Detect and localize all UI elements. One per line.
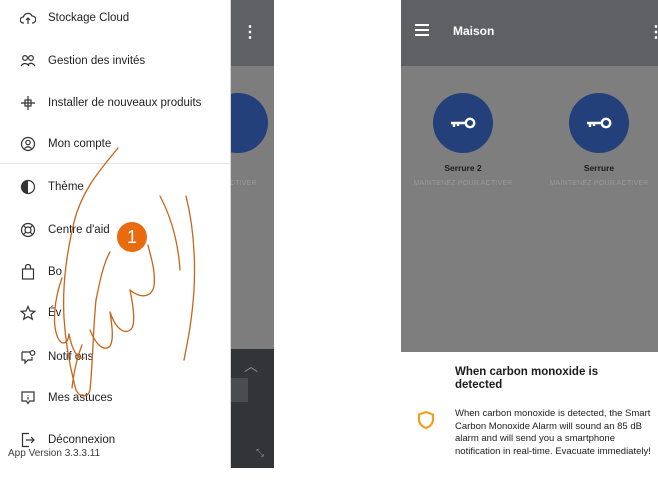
menu-item-stockage-cloud[interactable]: Stockage Cloud	[0, 3, 231, 33]
background-subtext: CTIVER	[230, 180, 257, 187]
chevron-up-icon: ︿	[244, 358, 258, 374]
key-icon	[451, 117, 476, 129]
logout-icon	[19, 431, 37, 449]
menu-item-gestion-invites[interactable]: Gestion des invités	[0, 46, 231, 76]
star-icon	[19, 304, 37, 322]
notification-title: When carbon monoxide is detected	[455, 366, 599, 391]
menu-item-evaluer[interactable]: Év	[0, 298, 231, 328]
menu-item-boutique[interactable]: Bo	[0, 257, 231, 287]
menu-item-label: Mon compte	[48, 138, 112, 150]
navigation-drawer: Stockage Cloud Gestion des invités Insta…	[0, 0, 231, 468]
notification-icon	[19, 348, 37, 366]
menu-divider	[0, 163, 231, 164]
lock-name: Serrure 2	[444, 163, 482, 173]
lock-button-serrure[interactable]	[569, 93, 629, 153]
menu-item-label: Centre d'aid	[48, 224, 110, 236]
key-icon	[587, 117, 612, 129]
plug-icon	[19, 94, 37, 112]
menu-item-mes-astuces[interactable]: Mes astuces	[0, 383, 231, 413]
background-kebab-icon: ⋮	[242, 24, 258, 41]
tutorial-stage: ⋮ CTIVER ︿ ⤡ Stockage Cloud Gestion des …	[0, 0, 658, 493]
menu-item-label: Déconnexion	[48, 434, 116, 446]
menu-item-label: Notif ons	[48, 351, 94, 363]
lock-button-serrure-2[interactable]	[433, 93, 493, 153]
guests-icon	[19, 52, 37, 70]
help-center-icon	[19, 221, 37, 239]
lock-hint: MAINTENEZ POUR ACTIVER	[413, 180, 513, 187]
lock-hint: MAINTENEZ POUR ACTIVER	[549, 180, 649, 187]
app-header: Maison ⋮	[401, 0, 658, 66]
background-app-dimmed: ⋮ CTIVER ︿ ⤡	[208, 0, 274, 468]
account-icon	[19, 135, 37, 153]
menu-item-label: Installer de nouveaux produits	[48, 97, 202, 109]
background-bar	[230, 378, 248, 402]
app-version: App Version 3.3.3.11	[8, 448, 101, 459]
menu-item-label: Év	[48, 307, 62, 319]
menu-item-label: Thème	[48, 181, 84, 193]
theme-icon	[19, 178, 37, 196]
menu-item-centre-aide[interactable]: Centre d'aid	[0, 215, 231, 245]
step-badge: 1	[117, 222, 147, 252]
kebab-menu-icon[interactable]: ⋮	[648, 22, 658, 42]
hamburger-menu-icon[interactable]	[415, 24, 429, 36]
menu-item-installer-produits[interactable]: Installer de nouveaux produits	[0, 88, 231, 118]
right-phone-screen: Maison ⋮ Serrure 2 MAINTENEZ POUR ACTIVE…	[401, 0, 658, 468]
lock-name: Serrure	[583, 163, 615, 173]
expand-icon: ⤡	[256, 448, 264, 459]
menu-item-mon-compte[interactable]: Mon compte	[0, 129, 231, 159]
notification-sheet: When carbon monoxide is detected When ca…	[401, 352, 658, 468]
cloud-upload-icon	[19, 9, 37, 27]
shop-bag-icon	[19, 263, 37, 281]
left-phone-screen: ⋮ CTIVER ︿ ⤡ Stockage Cloud Gestion des …	[0, 0, 274, 468]
menu-item-notifications[interactable]: Notif ons	[0, 342, 231, 372]
shield-warning-icon	[417, 410, 435, 430]
notification-body: When carbon monoxide is detected, the Sm…	[455, 408, 651, 457]
page-title: Maison	[453, 24, 495, 38]
menu-item-label: Mes astuces	[48, 392, 113, 404]
menu-item-label: Gestion des invités	[48, 55, 146, 67]
menu-item-label: Stockage Cloud	[48, 12, 130, 24]
tips-icon	[19, 389, 37, 407]
menu-item-theme[interactable]: Thème	[0, 172, 231, 202]
menu-item-label: Bo	[48, 266, 63, 278]
